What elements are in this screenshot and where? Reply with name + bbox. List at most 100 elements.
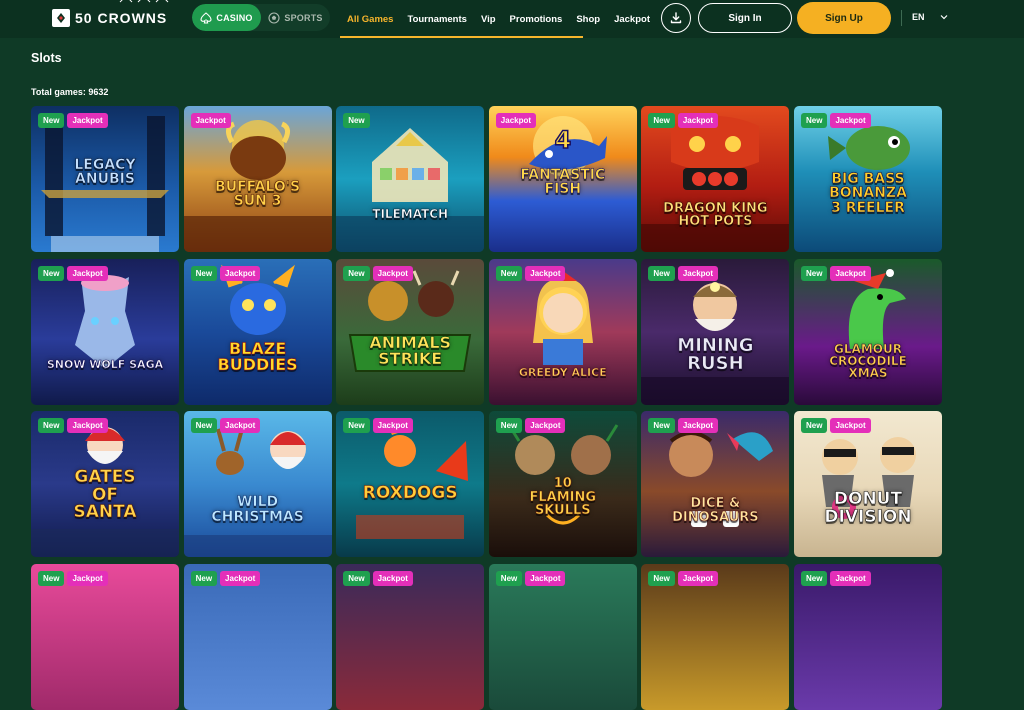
language-selector[interactable]: EN [912,12,948,22]
game-tile[interactable]: New Jackpot GLAMOUR CROCODILE XMAS [794,258,942,405]
game-title: DICE & DINOSAURS [672,496,759,525]
nav-label: Promotions [509,13,563,25]
game-title: GREEDY ALICE [518,365,607,379]
game-badges: New Jackpot [495,418,566,434]
game-tile[interactable]: New Jackpot [336,564,485,710]
game-tile[interactable]: New TILEMATCH [336,106,485,252]
game-badges: New Jackpot [648,113,719,128]
game-badges: New Jackpot [190,418,261,434]
download-button[interactable] [661,3,691,33]
new-badge: New [38,113,65,128]
new-badge: New [495,571,523,587]
total-games-count: Total games: 9632 [31,87,109,97]
jackpot-badge: Jackpot [677,571,719,587]
game-badges: New Jackpot [190,265,261,281]
game-badges: New [343,113,370,128]
game-tile[interactable]: New Jackpot ANIMALS STRIKE [336,258,485,405]
game-title: GLAMOUR CROCODILE XMAS [829,341,907,381]
game-tile[interactable]: 4 Jackpot FANTASTIC FISH [488,106,637,252]
nav-jackpot[interactable]: Jackpot [607,0,657,38]
game-tile[interactable]: New Jackpot [31,564,179,710]
sports-tab-label: SPORTS [284,12,323,23]
game-title: DRAGON KING HOT POTS [663,201,768,230]
game-badges: New Jackpot [343,265,413,281]
game-badges: Jackpot [495,113,537,128]
new-badge: New [190,571,218,587]
sports-tab[interactable]: SPORTS [261,4,330,31]
jackpot-badge: Jackpot [67,113,108,128]
game-tile[interactable]: New Jackpot GATES OF SANTA [31,411,179,558]
jackpot-badge: Jackpot [525,571,566,587]
language-divider [901,10,902,26]
jackpot-badge: Jackpot [220,265,261,281]
game-tile[interactable]: New Jackpot DICE & DINOSAURS [641,411,790,558]
nav-all-games[interactable]: All Games [340,0,401,38]
logo-mark-icon [52,9,70,27]
nav-label: Vip [480,13,496,25]
nav-tournaments[interactable]: Tournaments [400,0,473,38]
game-title: ANIMALS STRIKE [369,332,452,368]
game-badges: New Jackpot [495,265,566,281]
game-badges: New Jackpot [648,418,719,434]
jackpot-badge: Jackpot [830,418,871,434]
game-tile[interactable]: New Jackpot [183,564,332,710]
jackpot-badge: Jackpot [830,265,871,281]
nav-shop[interactable]: Shop [569,0,607,38]
nav-vip[interactable]: Vip [474,0,503,38]
game-title: DONUT DIVISION [824,489,912,527]
vertical-switch: CASINO SPORTS [192,4,330,31]
game-badges: New Jackpot [38,418,108,434]
game-tile[interactable]: New Jackpot [488,564,637,710]
game-title: BIG BASS BONANZA 3 REELER [829,171,907,216]
nav-label: All Games [347,13,394,25]
game-tile[interactable]: New Jackpot WILD CHRISTMAS [183,411,332,558]
new-badge: New [343,571,370,587]
game-tile[interactable]: New Jackpot [794,564,942,710]
sign-up-button[interactable]: Sign Up [797,2,891,34]
new-badge: New [190,265,218,281]
game-tile[interactable]: New Jackpot GREEDY ALICE [488,258,637,405]
game-badges: New Jackpot [343,418,413,434]
game-title: TILEMATCH [372,207,449,221]
jackpot-badge: Jackpot [372,265,413,281]
game-tile[interactable]: New Jackpot DONUT DIVISION [794,411,942,558]
game-badges: New Jackpot [38,265,108,281]
jackpot-badge: Jackpot [677,418,719,434]
game-tile[interactable]: New Jackpot MINING RUSH [641,258,790,405]
site-logo[interactable]: 50 CROWNS [52,8,167,28]
game-title: GATES OF SANTA [73,467,137,523]
nav-active-underline [340,36,583,38]
main-nav: All Games Tournaments Vip Promotions Sho… [340,0,657,38]
download-icon [670,12,682,24]
game-tile[interactable]: New Jackpot SNOW WOLF SAGA [31,258,179,405]
jackpot-badge: Jackpot [67,571,108,587]
logo-text: 50 CROWNS [75,10,168,26]
page-title: Slots [31,51,62,65]
game-badges: New Jackpot [343,571,413,587]
crown-icon [119,0,169,3]
casino-tab-label: CASINO [216,12,253,23]
game-tile[interactable]: Jackpot BUFFALO'S SUN 3 [183,106,332,252]
top-header: 50 CROWNS CASINO SPORTS All Games Tourna… [0,0,1024,38]
new-badge: New [38,571,65,587]
sign-in-button[interactable]: Sign In [698,3,792,33]
new-badge: New [801,113,828,128]
language-label: EN [912,12,925,22]
game-tile[interactable]: New Jackpot BIG BASS BONANZA 3 REELER [794,106,942,252]
casino-tab[interactable]: CASINO [192,4,261,31]
jackpot-badge: Jackpot [372,418,413,434]
game-tile[interactable]: New Jackpot BLAZE BUDDIES [183,258,332,405]
nav-promotions[interactable]: Promotions [503,0,570,38]
jackpot-badge: Jackpot [830,113,871,128]
spade-icon [200,11,212,24]
game-tile[interactable]: New Jackpot 10 FLAMING SKULLS [488,411,637,558]
game-badges: New Jackpot [495,571,566,587]
jackpot-badge: Jackpot [220,418,261,434]
new-badge: New [190,418,218,434]
game-tile[interactable]: New Jackpot LEGACY ANUBIS [31,106,179,252]
game-tile[interactable]: New Jackpot ROXDOGS [336,411,485,558]
new-badge: New [801,418,828,434]
game-title: FANTASTIC FISH [520,167,606,198]
game-tile[interactable]: New Jackpot [641,564,790,710]
game-tile[interactable]: New Jackpot DRAGON KING HOT POTS [641,106,790,252]
